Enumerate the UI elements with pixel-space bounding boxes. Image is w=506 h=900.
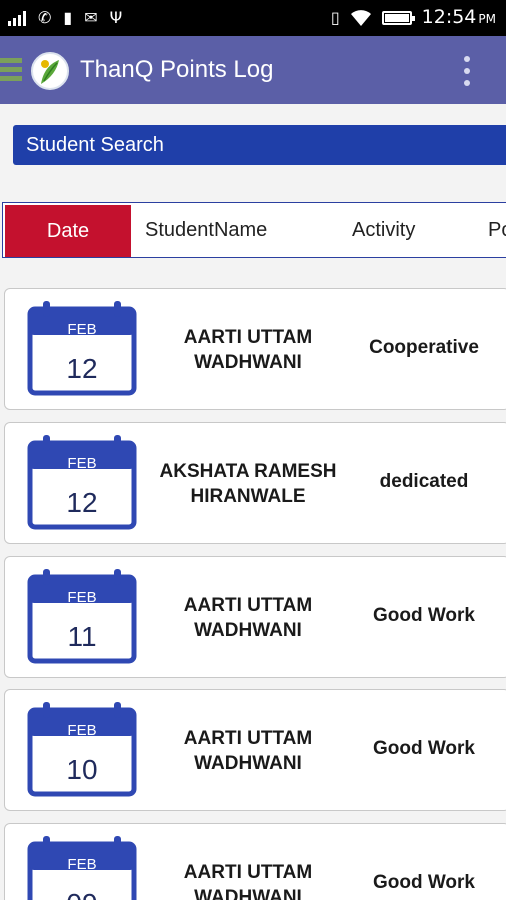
calendar-month: FEB bbox=[67, 856, 97, 873]
activity-label: dedicated bbox=[379, 471, 469, 492]
wifi-icon bbox=[350, 10, 371, 26]
status-left-icons: ✆ ▮ ✉ Ψ bbox=[8, 6, 122, 30]
list-item[interactable]: FEB 11 AARTI UTTAM WADHWANI Good Work bbox=[4, 556, 506, 678]
usb-icon: Ψ bbox=[109, 8, 123, 27]
drawer-icon[interactable] bbox=[0, 55, 22, 85]
activity-label: Cooperative bbox=[369, 337, 479, 358]
whatsapp-icon: ✆ bbox=[38, 8, 52, 27]
list-item[interactable]: FEB 10 AARTI UTTAM WADHWANI Good Work bbox=[4, 689, 506, 811]
sort-tabs: Date StudentName Activity Po bbox=[2, 202, 506, 258]
student-search-label: Student Search bbox=[26, 134, 164, 156]
calendar-icon: FEB 12 bbox=[27, 435, 137, 531]
student-search-bar[interactable]: Student Search bbox=[13, 125, 506, 165]
calendar-icon: FEB 10 bbox=[27, 702, 137, 798]
signal-icon bbox=[8, 10, 26, 26]
app-title: ThanQ Points Log bbox=[80, 56, 274, 83]
status-right-icons: ▯ 12:54 PM bbox=[331, 6, 496, 30]
calendar-month: FEB bbox=[67, 321, 97, 338]
student-name: AKSHATA RAMESH HIRANWALE bbox=[159, 461, 337, 507]
calendar-day: 12 bbox=[66, 353, 98, 384]
activity-label: Good Work bbox=[372, 605, 476, 626]
student-name: AARTI UTTAM WADHWANI bbox=[183, 728, 313, 774]
calendar-icon: FEB 12 bbox=[27, 301, 137, 397]
battery-icon bbox=[381, 11, 415, 25]
calendar-day: 09 bbox=[27, 886, 137, 900]
status-time: 12:54 PM bbox=[421, 6, 496, 28]
calendar-icon: FEB 11 bbox=[27, 569, 137, 665]
list-item[interactable]: FEB 12 AKSHATA RAMESH HIRANWALE dedicate… bbox=[4, 422, 506, 544]
tab-student-name[interactable]: StudentName bbox=[145, 203, 267, 257]
student-name: AARTI UTTAM WADHWANI bbox=[183, 862, 313, 900]
status-bar: ✆ ▮ ✉ Ψ ▯ 12:54 PM bbox=[0, 0, 506, 36]
calendar-day: 10 bbox=[66, 754, 98, 785]
student-name: AARTI UTTAM WADHWANI bbox=[183, 595, 313, 641]
tab-points[interactable]: Po bbox=[488, 203, 506, 257]
calendar-icon: FEB 09 bbox=[27, 836, 137, 900]
calendar-month: FEB bbox=[67, 589, 97, 606]
calendar-month: FEB bbox=[67, 455, 97, 472]
app-bar: ThanQ Points Log bbox=[0, 36, 506, 104]
points-log-list: FEB 12 AARTI UTTAM WADHWANI Cooperative … bbox=[0, 272, 506, 900]
calendar-day: 11 bbox=[67, 621, 97, 652]
list-item[interactable]: FEB 12 AARTI UTTAM WADHWANI Cooperative bbox=[4, 288, 506, 410]
thanq-logo-icon bbox=[31, 52, 69, 90]
student-name: AARTI UTTAM WADHWANI bbox=[183, 327, 313, 373]
activity-label: Good Work bbox=[372, 738, 476, 759]
sd-card-icon: ▮ bbox=[63, 8, 73, 27]
tab-date[interactable]: Date bbox=[5, 205, 131, 257]
vibrate-icon: ▯ bbox=[330, 8, 340, 27]
calendar-month: FEB bbox=[67, 722, 97, 739]
tab-activity[interactable]: Activity bbox=[352, 203, 415, 257]
list-item[interactable]: FEB 09 AARTI UTTAM WADHWANI Good Work bbox=[4, 823, 506, 900]
activity-label: Good Work bbox=[372, 872, 476, 893]
calendar-day: 12 bbox=[66, 487, 98, 518]
message-icon: ✉ bbox=[84, 8, 98, 27]
more-vertical-icon[interactable] bbox=[460, 56, 474, 86]
